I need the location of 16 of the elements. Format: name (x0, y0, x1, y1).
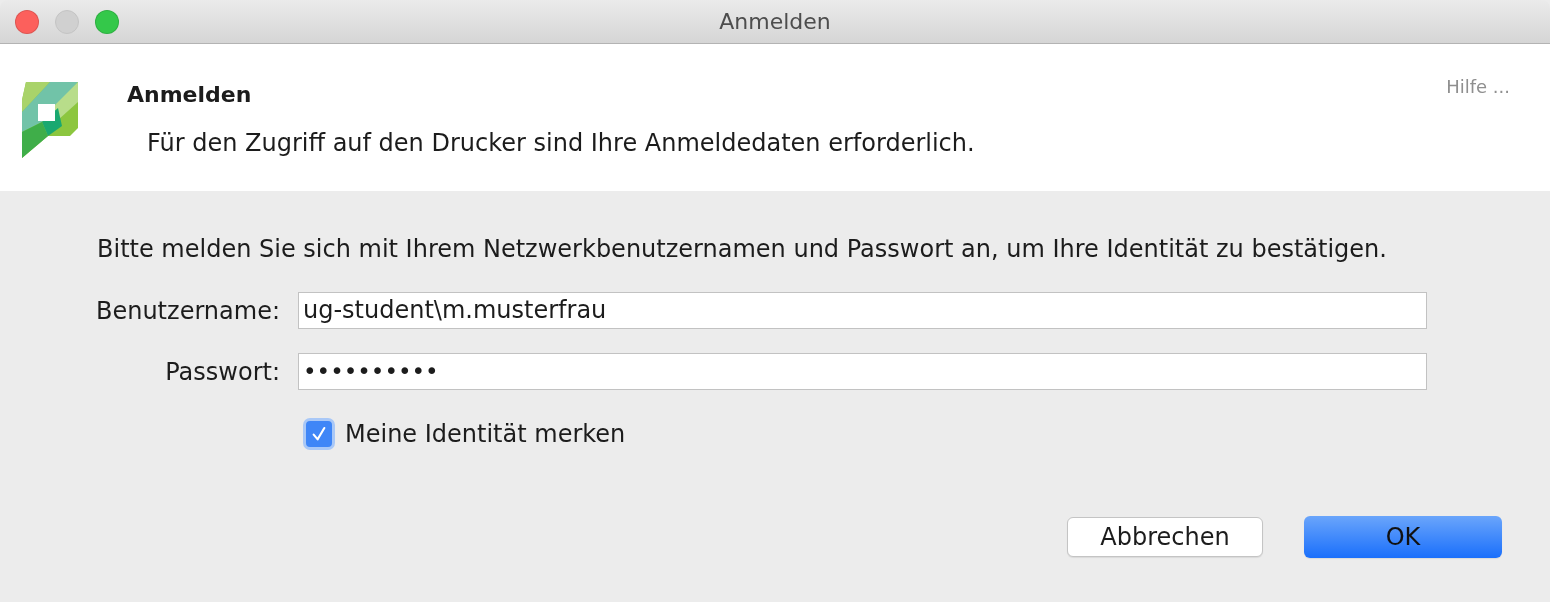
dialog-heading: Anmelden (127, 81, 252, 109)
ok-button[interactable]: OK (1304, 516, 1502, 558)
close-button[interactable] (15, 10, 39, 34)
window-title: Anmelden (719, 9, 831, 34)
username-field[interactable]: ug-student\m.musterfrau (298, 292, 1427, 329)
instruction-text: Bitte melden Sie sich mit Ihrem Netzwerkbenutzernamen und Passwort an, um Ihre Identität zu bestätigen. (97, 235, 1387, 263)
dialog-message: Für den Zugriff auf den Drucker sind Ihre Anmeldedaten erforderlich. (147, 129, 975, 157)
checkmark-icon (311, 426, 327, 442)
zoom-button[interactable] (95, 10, 119, 34)
cancel-button[interactable]: Abbrechen (1067, 517, 1263, 557)
field-label: Passwort: (165, 357, 280, 386)
app-logo-icon (22, 82, 78, 158)
checkbox-label[interactable]: Meine Identität merken (345, 420, 626, 448)
field-label: Benutzername: (95, 296, 280, 325)
remember-checkbox[interactable] (303, 418, 335, 450)
password-field[interactable]: •••••••••• (298, 353, 1427, 390)
